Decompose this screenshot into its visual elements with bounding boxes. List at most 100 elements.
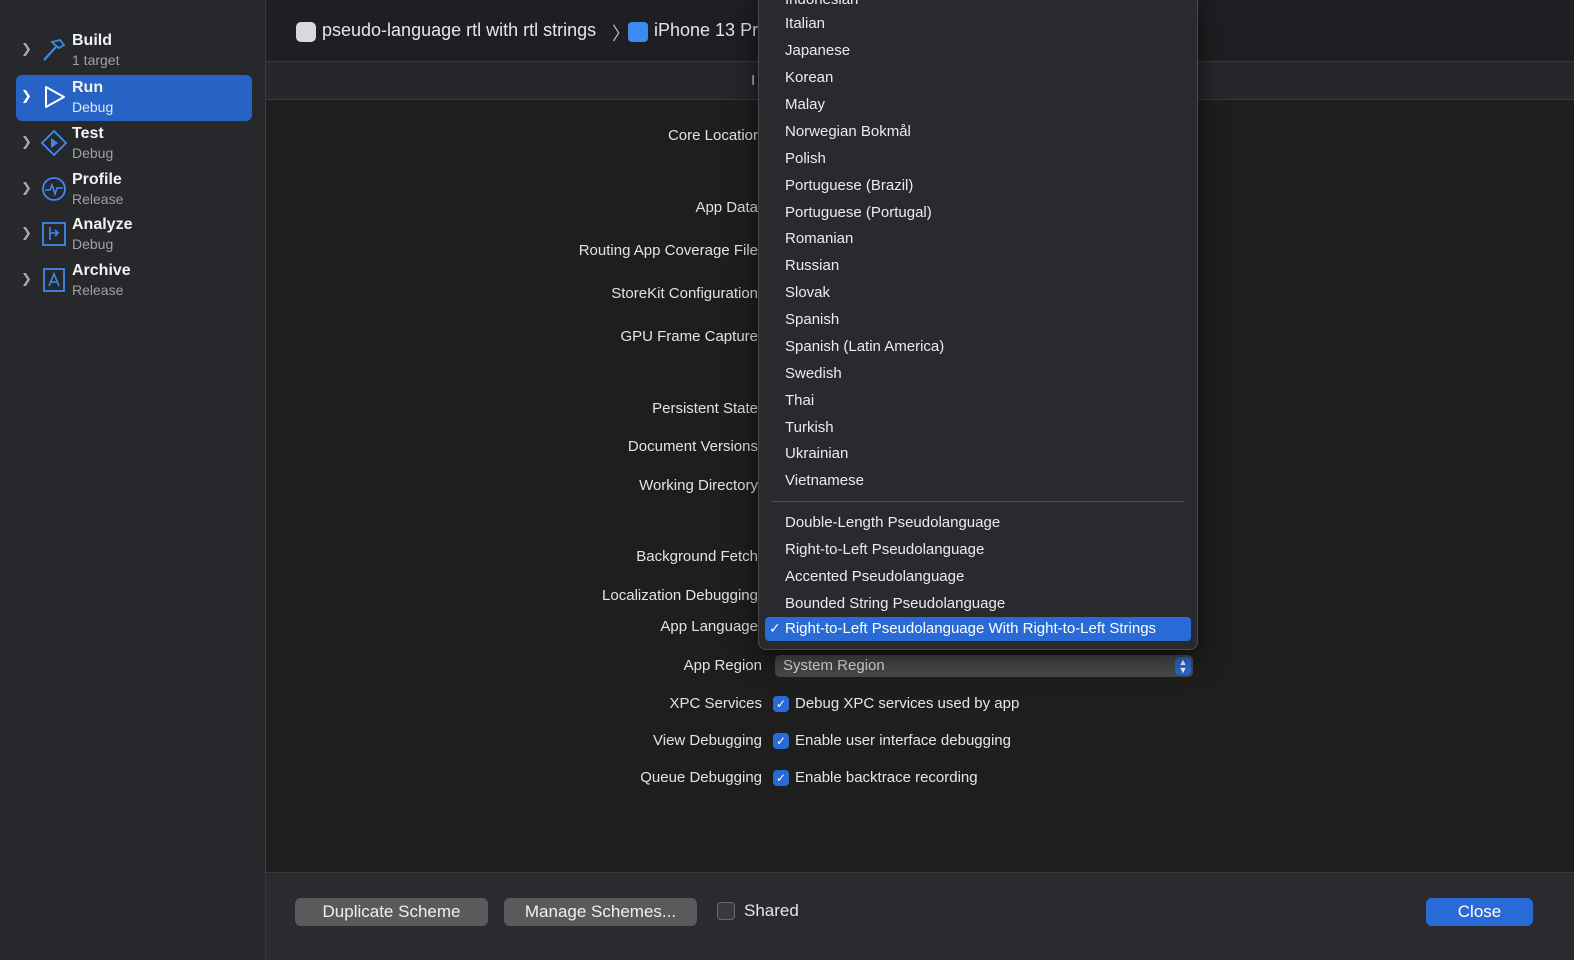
- app-language-label: App Language: [660, 618, 758, 635]
- document-versions-label: Document Versions: [627, 438, 758, 455]
- menu-item-language[interactable]: Malay: [765, 93, 1191, 117]
- menu-item-label: Right-to-Left Pseudolanguage: [785, 541, 985, 558]
- sidebar-item-archive[interactable]: ❯ Archive Release: [16, 258, 252, 304]
- menu-item-label: Slovak: [785, 284, 831, 301]
- sidebar-item-run[interactable]: ❯ Run Debug: [16, 75, 252, 121]
- menu-item-label: Russian: [785, 257, 840, 274]
- chevron-right-icon[interactable]: ❯: [21, 271, 35, 289]
- menu-item-language[interactable]: Norwegian Bokmål: [765, 120, 1191, 144]
- xpc-services-label: XPC Services: [669, 695, 762, 712]
- view-debugging-label: View Debugging: [653, 732, 762, 749]
- chevron-right-icon[interactable]: ❯: [21, 180, 35, 198]
- menu-item-label: Spanish: [785, 311, 840, 328]
- sidebar-item-title: Profile: [72, 171, 122, 188]
- menu-item-label: Bounded String Pseudolanguage: [785, 595, 1006, 612]
- menu-item-language[interactable]: Portuguese (Portugal): [765, 201, 1191, 225]
- sidebar-item-subtitle: Release: [72, 282, 124, 298]
- shared-checkbox[interactable]: [717, 902, 735, 920]
- persistent-state-label: Persistent State: [652, 400, 758, 417]
- menu-item-label: Portuguese (Brazil): [785, 177, 914, 194]
- menu-item-pseudolanguage-selected[interactable]: ✓ Right-to-Left Pseudolanguage With Righ…: [765, 617, 1191, 641]
- sidebar-item-profile[interactable]: ❯ Profile Release: [16, 167, 252, 213]
- select-stepper-icon: ▲ ▼: [1175, 657, 1191, 675]
- sidebar-item-build[interactable]: ❯ Build 1 target: [16, 28, 252, 74]
- menu-separator: [771, 501, 1185, 502]
- view-debugging-text: Enable user interface debugging: [795, 732, 1011, 749]
- menu-item-language[interactable]: Polish: [765, 147, 1191, 171]
- play-icon: [45, 86, 65, 108]
- menu-item-label: Romanian: [785, 230, 854, 247]
- chevron-right-icon[interactable]: ❯: [21, 225, 35, 243]
- menu-item-label: Turkish: [785, 419, 834, 436]
- menu-item-language[interactable]: Portuguese (Brazil): [765, 174, 1191, 198]
- menu-item-label: Vietnamese: [785, 472, 864, 489]
- menu-item-language[interactable]: Japanese: [765, 39, 1191, 63]
- menu-item-pseudolanguage[interactable]: Right-to-Left Pseudolanguage: [765, 538, 1191, 562]
- menu-item-label: Japanese: [785, 42, 851, 59]
- gauge-icon: [42, 177, 66, 201]
- sidebar-item-subtitle: Debug: [72, 236, 114, 252]
- menu-item-label: Ukrainian: [785, 445, 849, 462]
- menu-item-language[interactable]: Swedish: [765, 362, 1191, 386]
- menu-item-label: Right-to-Left Pseudolanguage With Right-…: [785, 620, 1157, 637]
- duplicate-scheme-button[interactable]: Duplicate Scheme: [295, 898, 488, 926]
- sidebar-item-subtitle: Release: [72, 191, 124, 207]
- menu-item-language[interactable]: Slovak: [765, 281, 1191, 305]
- sidebar-item-subtitle: Debug: [72, 99, 114, 115]
- menu-item-language[interactable]: Russian: [765, 254, 1191, 278]
- queue-debugging-label: Queue Debugging: [640, 769, 762, 786]
- scheme-icon: [296, 22, 316, 42]
- menu-item-label: Double-Length Pseudolanguage: [785, 514, 1001, 531]
- menu-item-language[interactable]: Ukrainian: [765, 442, 1191, 466]
- scheme-actions-sidebar: ❯ Build 1 target ❯ Run Debug ❯ Test Debu…: [0, 0, 266, 960]
- menu-item-pseudolanguage[interactable]: Double-Length Pseudolanguage: [765, 511, 1191, 535]
- storekit-config-label: StoreKit Configuration: [611, 285, 758, 302]
- sidebar-item-test[interactable]: ❯ Test Debug: [16, 121, 252, 167]
- breadcrumb-scheme[interactable]: pseudo-language rtl with rtl strings: [322, 20, 596, 41]
- tab-info[interactable]: I: [751, 72, 755, 89]
- test-diamond-icon: [40, 129, 68, 157]
- background-fetch-label: Background Fetch: [636, 548, 758, 565]
- menu-item-language[interactable]: Italian: [765, 12, 1191, 36]
- menu-item-label: Norwegian Bokmål: [785, 123, 911, 140]
- localization-debugging-label: Localization Debugging: [602, 587, 758, 604]
- menu-item-label: Spanish (Latin America): [785, 338, 945, 355]
- menu-item-language[interactable]: Turkish: [765, 416, 1191, 440]
- menu-item-language[interactable]: Vietnamese: [765, 469, 1191, 493]
- app-region-select[interactable]: System Region ▲ ▼: [775, 655, 1193, 677]
- chevron-right-icon[interactable]: ❯: [21, 134, 35, 152]
- menu-item-language[interactable]: Romanian: [765, 227, 1191, 251]
- view-debugging-checkbox[interactable]: ✓: [773, 733, 789, 749]
- working-directory-label: Working Directory: [639, 477, 758, 494]
- menu-item-pseudolanguage[interactable]: Accented Pseudolanguage: [765, 565, 1191, 589]
- app-region-label: App Region: [683, 657, 762, 674]
- xpc-services-checkbox[interactable]: ✓: [773, 696, 789, 712]
- menu-item-language[interactable]: Indonesian: [765, 0, 1191, 12]
- menu-item-label: Korean: [785, 69, 834, 86]
- sidebar-item-title: Analyze: [72, 216, 133, 233]
- chevron-right-icon[interactable]: ❯: [21, 88, 35, 106]
- xpc-services-text: Debug XPC services used by app: [795, 695, 1020, 712]
- menu-item-label: Malay: [785, 96, 826, 113]
- menu-item-language[interactable]: Thai: [765, 389, 1191, 413]
- sidebar-item-analyze[interactable]: ❯ Analyze Debug: [16, 212, 252, 258]
- sidebar-item-subtitle: 1 target: [72, 52, 120, 68]
- core-location-label: Core Locatior: [667, 127, 758, 144]
- menu-item-label: Indonesian: [785, 0, 858, 8]
- queue-debugging-checkbox[interactable]: ✓: [773, 770, 789, 786]
- menu-item-language[interactable]: Spanish (Latin America): [765, 335, 1191, 359]
- close-button[interactable]: Close: [1426, 898, 1533, 926]
- menu-item-language[interactable]: Spanish: [765, 308, 1191, 332]
- menu-item-label: Swedish: [785, 365, 842, 382]
- menu-item-language[interactable]: Korean: [765, 66, 1191, 90]
- menu-item-label: Accented Pseudolanguage: [785, 568, 965, 585]
- app-region-value: System Region: [783, 657, 885, 674]
- manage-schemes-button[interactable]: Manage Schemes...: [504, 898, 697, 926]
- sidebar-item-title: Archive: [72, 262, 131, 279]
- menu-item-label: Polish: [785, 150, 826, 167]
- menu-item-label: Italian: [785, 15, 826, 32]
- breadcrumb-destination[interactable]: iPhone 13 Pr: [654, 20, 758, 41]
- chevron-right-icon[interactable]: ❯: [21, 41, 35, 59]
- menu-item-pseudolanguage[interactable]: Bounded String Pseudolanguage: [765, 592, 1191, 616]
- sidebar-item-title: Run: [72, 79, 104, 96]
